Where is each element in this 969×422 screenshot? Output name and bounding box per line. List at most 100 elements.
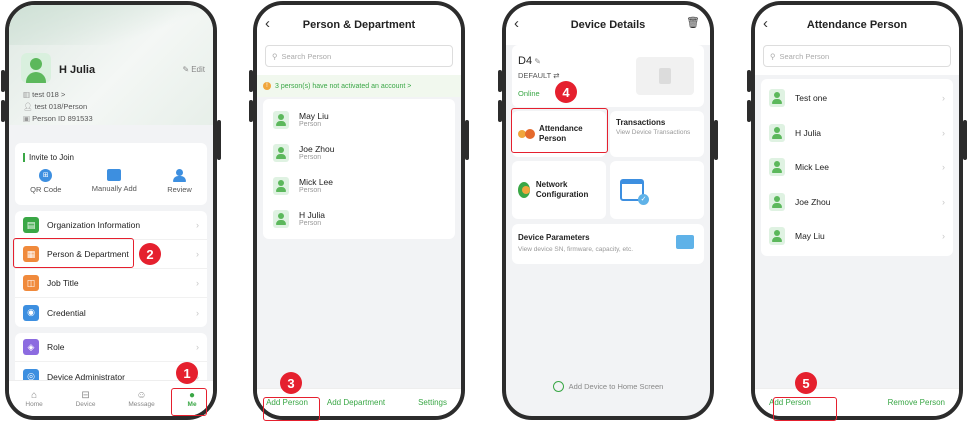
calendar-check-icon: ✓ bbox=[620, 179, 649, 205]
page-title: Person & Department bbox=[302, 19, 416, 31]
device-parameters-icon bbox=[676, 235, 694, 249]
person-avatar-icon bbox=[769, 227, 785, 246]
device-group[interactable]: DEFAULT ⇄ bbox=[518, 71, 559, 80]
highlight-me-tab bbox=[171, 388, 207, 416]
organization-icon: ▤ bbox=[23, 217, 39, 233]
menu-group-1: ▤ Organization Information › ▦ Person & … bbox=[15, 211, 207, 327]
highlight-add-person bbox=[263, 397, 320, 421]
edit-icon[interactable]: ✎ bbox=[532, 57, 541, 66]
chevron-right-icon: › bbox=[196, 307, 199, 318]
person-avatar-icon bbox=[769, 158, 785, 177]
chevron-right-icon: › bbox=[942, 93, 945, 104]
phone-me-screen: H Julia ✎ Edit ▥ test 018 > 👤︎ test 018/… bbox=[5, 1, 217, 420]
step-badge-4: 4 bbox=[555, 81, 577, 103]
profile-department: 👤︎ test 018/Person bbox=[23, 102, 88, 111]
list-item[interactable]: Joe Zhou Person bbox=[263, 136, 455, 169]
phone-attendance-person-screen: ‹ Attendance Person ⚲ Search Person Test… bbox=[751, 1, 963, 420]
step-badge-5: 5 bbox=[795, 372, 817, 394]
role-icon: ◈ bbox=[23, 339, 39, 355]
menu-item-credential[interactable]: ◉ Credential › bbox=[15, 298, 207, 327]
search-input[interactable]: ⚲ Search Person bbox=[763, 45, 951, 67]
trash-icon[interactable]: 🗑︎ bbox=[686, 16, 700, 29]
profile-person-id: ▣ Person ID 891533 bbox=[23, 114, 93, 123]
chevron-right-icon: › bbox=[942, 162, 945, 173]
menu-item-role[interactable]: ◈ Role › bbox=[15, 333, 207, 362]
remove-person-button[interactable]: Remove Person bbox=[888, 398, 945, 407]
person-avatar-icon bbox=[769, 89, 785, 108]
device-name: D4 ✎ bbox=[518, 55, 541, 67]
page-title: Attendance Person bbox=[806, 19, 908, 31]
tile-transactions[interactable]: Transactions View Device Transactions bbox=[610, 111, 704, 157]
device-status: Online bbox=[518, 89, 540, 98]
list-item[interactable]: May Liu › bbox=[761, 219, 953, 254]
person-avatar-icon bbox=[273, 143, 289, 162]
job-title-icon: ◫ bbox=[23, 275, 39, 291]
back-arrow-icon[interactable]: ‹ bbox=[763, 15, 768, 32]
warning-icon: ! bbox=[263, 82, 271, 90]
settings-button[interactable]: Settings bbox=[395, 398, 461, 407]
device-card: D4 ✎ DEFAULT ⇄ Online bbox=[512, 45, 704, 107]
highlight-add-person-attendance bbox=[773, 397, 837, 421]
tile-calendar[interactable]: ✓ bbox=[610, 161, 704, 219]
device-parameters-card[interactable]: Device Parameters View device SN, firmwa… bbox=[512, 224, 704, 264]
profile-header: H Julia ✎ Edit ▥ test 018 > 👤︎ test 018/… bbox=[9, 5, 213, 125]
add-department-button[interactable]: Add Department bbox=[317, 398, 395, 407]
edit-icon: ✎ bbox=[182, 65, 190, 74]
person-avatar-icon bbox=[273, 110, 289, 129]
tile-network-configuration[interactable]: Network Configuration bbox=[512, 161, 606, 219]
chevron-right-icon: › bbox=[942, 196, 945, 207]
qr-code-icon: ⊞ bbox=[39, 169, 53, 182]
chevron-right-icon: › bbox=[196, 278, 199, 288]
nav-home[interactable]: ⌂ Home bbox=[25, 390, 42, 408]
manual-add-icon bbox=[107, 169, 122, 181]
highlight-person-department bbox=[13, 238, 134, 268]
back-arrow-icon[interactable]: ‹ bbox=[265, 15, 270, 32]
phone-person-department-screen: ‹ Person & Department ⚲ Search Person ! … bbox=[253, 1, 465, 420]
qr-code-button[interactable]: ⊞ QR Code bbox=[30, 169, 61, 194]
person-avatar-icon bbox=[273, 209, 289, 228]
list-item[interactable]: Mick Lee › bbox=[761, 150, 953, 185]
message-icon: ☺ bbox=[136, 389, 147, 401]
menu-item-job-title[interactable]: ◫ Job Title › bbox=[15, 269, 207, 298]
device-icon: ⊟ bbox=[81, 389, 90, 401]
nav-message[interactable]: ☺ Message bbox=[128, 390, 154, 408]
attendance-person-list: Test one › H Julia › Mick Lee › Joe Zhou › M… bbox=[761, 79, 953, 256]
list-item[interactable]: Joe Zhou › bbox=[761, 185, 953, 220]
phone-device-details-screen: ‹ Device Details 🗑︎ D4 ✎ DEFAULT ⇄ Onlin… bbox=[502, 1, 714, 420]
step-badge-1: 1 bbox=[176, 362, 198, 384]
manually-add-button[interactable]: Manually Add bbox=[92, 169, 137, 194]
person-list: May Liu Person Joe Zhou Person Mick Lee Per… bbox=[263, 99, 455, 239]
search-icon: ⚲ bbox=[770, 51, 776, 61]
back-arrow-icon[interactable]: ‹ bbox=[514, 15, 519, 32]
person-icon: 👤︎ bbox=[23, 102, 35, 111]
list-item[interactable]: May Liu Person bbox=[263, 103, 455, 136]
chevron-right-icon: › bbox=[196, 249, 199, 259]
search-input[interactable]: ⚲ Search Person bbox=[265, 45, 453, 67]
review-button[interactable]: Review bbox=[167, 169, 192, 194]
step-badge-2: 2 bbox=[139, 243, 161, 265]
person-avatar-icon bbox=[769, 192, 785, 211]
avatar[interactable] bbox=[21, 53, 51, 83]
menu-item-organization[interactable]: ▤ Organization Information › bbox=[15, 211, 207, 240]
invite-card: Invite to Join ⊞ QR Code Manually Add Re… bbox=[15, 143, 207, 205]
page-title: Device Details bbox=[570, 19, 646, 31]
profile-org[interactable]: ▥ test 018 > bbox=[23, 89, 93, 101]
edit-button[interactable]: ✎ Edit bbox=[183, 65, 206, 74]
list-item[interactable]: Mick Lee Person bbox=[263, 169, 455, 202]
inactive-notice[interactable]: ! 3 person(s) have not activated an acco… bbox=[257, 75, 461, 97]
home-icon: ⌂ bbox=[31, 389, 38, 401]
chevron-right-icon: › bbox=[942, 231, 945, 242]
network-icon bbox=[518, 182, 530, 198]
highlight-attendance-person bbox=[511, 108, 608, 153]
list-item[interactable]: H Julia › bbox=[761, 116, 953, 151]
nav-device[interactable]: ⊟ Device bbox=[76, 390, 96, 408]
building-icon: ▥ bbox=[23, 90, 33, 99]
switch-icon: ⇄ bbox=[551, 71, 560, 80]
chevron-right-icon: › bbox=[196, 342, 199, 352]
list-item[interactable]: H Julia Person bbox=[263, 202, 455, 235]
credential-icon: ◉ bbox=[23, 304, 39, 321]
step-badge-3: 3 bbox=[280, 372, 302, 394]
list-item[interactable]: Test one › bbox=[761, 81, 953, 116]
add-to-home-screen[interactable]: Add Device to Home Screen bbox=[506, 381, 710, 392]
radio-icon bbox=[552, 381, 564, 392]
